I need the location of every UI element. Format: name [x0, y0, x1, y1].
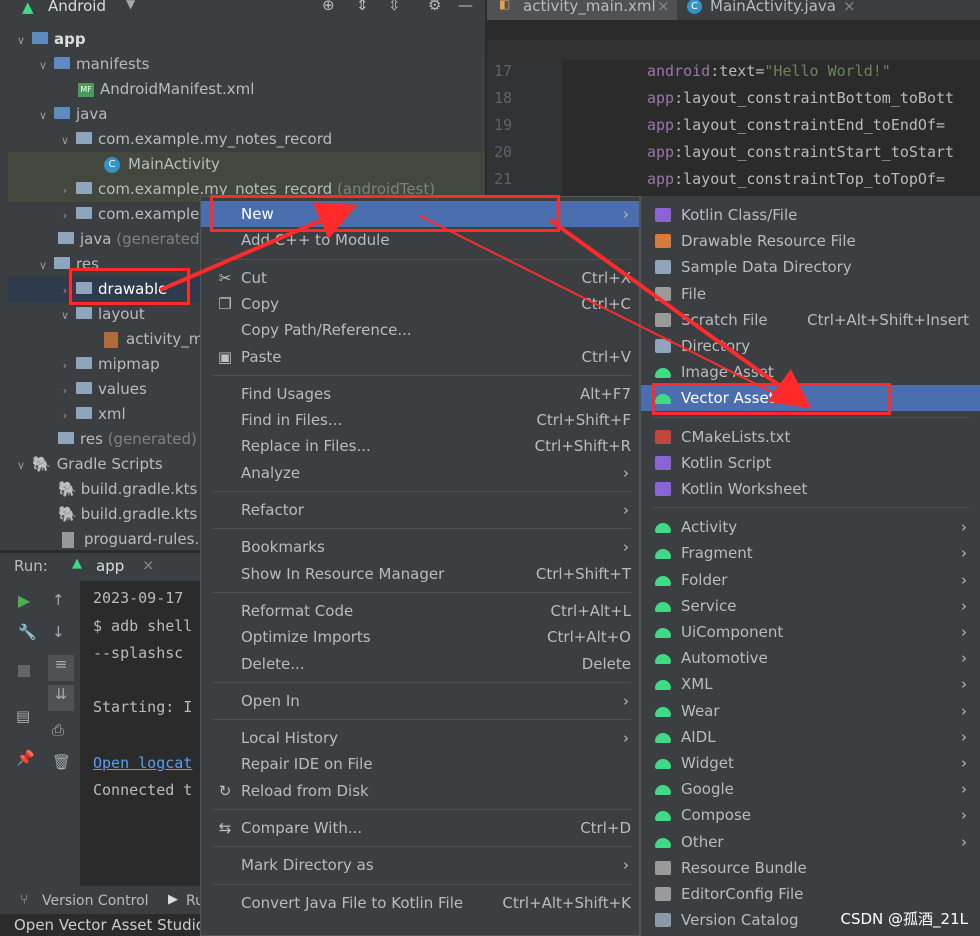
annotation-arrows	[159, 202, 812, 409]
arrow-new-to-vector-thin	[419, 215, 801, 407]
arrow-drawable-to-new	[159, 202, 358, 292]
watermark: CSDN @孤酒_21L	[840, 910, 968, 928]
arrow-new-to-vector	[548, 218, 812, 409]
